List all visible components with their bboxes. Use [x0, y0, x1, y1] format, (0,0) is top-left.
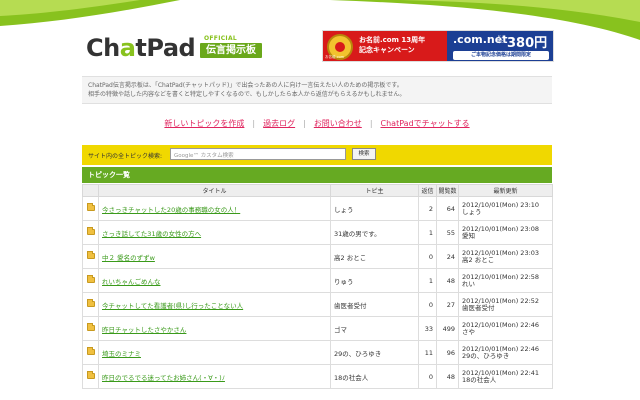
- topic-views: 55: [436, 220, 459, 245]
- folder-icon: [86, 202, 95, 211]
- topic-title-link[interactable]: れいちゃんごめんな: [100, 278, 161, 286]
- topic-updated: 2012/10/01(Mon) 22:46: [462, 320, 540, 329]
- new-topic-link[interactable]: 新しいトピックを作成: [164, 119, 244, 128]
- topic-views: 48: [436, 268, 459, 293]
- topic-views: 24: [436, 244, 459, 269]
- search-label: サイト内の全トピック検索:: [88, 153, 163, 160]
- topic-list-title: トピック一覧: [82, 167, 552, 183]
- topic-title-link[interactable]: 中２ 愛名のずずw: [100, 254, 155, 262]
- topic-replies: 11: [418, 340, 437, 365]
- table-row: れいちゃんごめんな りゅう 1 48 2012/10/01(Mon) 22:58…: [82, 268, 553, 293]
- folder-icon: [86, 346, 95, 355]
- header-replies: 返信: [418, 184, 437, 197]
- topic-updater: れい: [462, 279, 475, 288]
- folder-icon: [86, 274, 95, 283]
- topic-replies: 1: [418, 220, 437, 245]
- archive-link[interactable]: 過去ログ: [263, 119, 295, 128]
- folder-icon: [86, 250, 95, 259]
- topic-author: 18の社会人: [330, 364, 419, 389]
- nav-separator: |: [252, 119, 256, 128]
- topic-views: 499: [436, 316, 459, 341]
- topic-updater: 18の社会人: [462, 375, 497, 384]
- folder-icon: [86, 298, 95, 307]
- folder-icon: [86, 370, 95, 379]
- topic-replies: 2: [418, 196, 437, 221]
- topic-title-link[interactable]: さっき話してた31歳の女性の方へ: [100, 230, 201, 238]
- banner-campaign-line1: お名前.com 13周年: [359, 36, 426, 44]
- topic-updater: 愛知: [462, 231, 475, 240]
- topic-views: 96: [436, 340, 459, 365]
- table-row: 今チャットしてた看護者(県)し行ったことない人 歯医者受付 0 27 2012/…: [82, 292, 553, 317]
- site-intro: ChatPad伝言掲示板は、「ChatPad(チャットパッド)」で出会ったあの人…: [82, 76, 552, 104]
- topic-updater: 29の、ひろゆき: [462, 351, 510, 360]
- topic-replies: 0: [418, 292, 437, 317]
- banner-offer: .com.net ドメイン 380円 ご本物記念価格は期間限定: [447, 31, 553, 61]
- header-author: トピ主: [330, 184, 419, 197]
- table-row: 中２ 愛名のずずw 高2 おとこ 0 24 2012/10/01(Mon) 23…: [82, 244, 553, 269]
- header-icon: [82, 184, 99, 197]
- header-views: 閲覧数: [436, 184, 459, 197]
- banner-cta-button[interactable]: ご本物記念価格は期間限定: [453, 51, 549, 60]
- search-bar: サイト内の全トピック検索: Google™ カスタム検索 検索: [82, 145, 552, 165]
- topic-author: 29の、ひろゆき: [330, 340, 419, 365]
- logo-subtitle: 伝言掲示板: [200, 43, 262, 58]
- table-row: さっき話してた31歳の女性の方へ 31歳の男です。 1 55 2012/10/0…: [82, 220, 553, 245]
- topic-author: 高2 おとこ: [330, 244, 419, 269]
- chat-link[interactable]: ChatPadでチャットする: [381, 119, 470, 128]
- topic-updater: さや: [462, 327, 475, 336]
- site-header: ChatPad OFFICIAL 伝言掲示板 お名前.com 13周年 記念キャ…: [86, 30, 554, 70]
- contact-link[interactable]: お問い合わせ: [314, 119, 362, 128]
- header-title: タイトル: [98, 184, 331, 197]
- banner-small-text: お名前.com: [325, 55, 345, 59]
- ad-banner[interactable]: お名前.com 13周年 記念キャンペーン お名前.com .com.net ド…: [322, 30, 554, 62]
- folder-icon: [86, 226, 95, 235]
- topic-replies: 1: [418, 268, 437, 293]
- topic-author: りゅう: [330, 268, 419, 293]
- topic-replies: 0: [418, 364, 437, 389]
- site-logo[interactable]: ChatPad OFFICIAL 伝言掲示板: [86, 30, 266, 66]
- topic-updater: しょう: [462, 207, 482, 216]
- banner-price: 380円: [507, 36, 548, 51]
- folder-icon: [86, 322, 95, 331]
- topic-replies: 33: [418, 316, 437, 341]
- topic-title-link[interactable]: 埼玉のミナミ: [100, 350, 141, 358]
- table-header-row: タイトル トピ主 返信 閲覧数 最新更新: [82, 184, 553, 197]
- topic-title-link[interactable]: 今チャットしてた看護者(県)し行ったことない人: [100, 302, 243, 310]
- header-updated: 最新更新: [458, 184, 553, 197]
- topic-author: 歯医者受付: [330, 292, 419, 317]
- intro-line-2: 相手の特徴や話した内容などを書くと特定しやすくなるので、もしかしたら本人から返信…: [88, 91, 406, 98]
- table-row: 昨日チャットしたさやかさん ゴマ 33 499 2012/10/01(Mon) …: [82, 316, 553, 341]
- table-row: 今さっきチャットした20歳の事務職の女の人！ しょう 2 64 2012/10/…: [82, 196, 553, 221]
- topic-updated: 2012/10/01(Mon) 23:08: [462, 224, 540, 233]
- topic-views: 27: [436, 292, 459, 317]
- topic-updater: 高2 おとこ: [462, 255, 495, 264]
- logo-official-label: OFFICIAL: [204, 35, 238, 42]
- topic-views: 48: [436, 364, 459, 389]
- nav-separator: |: [369, 119, 373, 128]
- topic-author: ゴマ: [330, 316, 419, 341]
- topic-replies: 0: [418, 244, 437, 269]
- table-row: 昨日のでるでる迷ってたお姉さん(・∀・)ﾉ 18の社会人 0 48 2012/1…: [82, 364, 553, 389]
- topic-author: 31歳の男です。: [330, 220, 419, 245]
- table-row: 埼玉のミナミ 29の、ひろゆき 11 96 2012/10/01(Mon) 22…: [82, 340, 553, 365]
- banner-campaign: お名前.com 13周年 記念キャンペーン お名前.com: [323, 31, 447, 61]
- topic-updater: 歯医者受付: [462, 303, 495, 312]
- topic-table: タイトル トピ主 返信 閲覧数 最新更新 今さっきチャットした20歳の事務職の女…: [82, 184, 553, 389]
- search-button[interactable]: 検索: [352, 148, 376, 160]
- intro-line-1: ChatPad伝言掲示板は、「ChatPad(チャットパッド)」で出会ったあの人…: [88, 82, 403, 89]
- banner-campaign-line2: 記念キャンペーン: [359, 46, 415, 54]
- topic-updated: 2012/10/01(Mon) 22:58: [462, 272, 540, 281]
- topic-title-link[interactable]: 昨日チャットしたさやかさん: [100, 326, 186, 334]
- topic-title-link[interactable]: 昨日のでるでる迷ってたお姉さん(・∀・)ﾉ: [100, 374, 225, 382]
- topic-views: 64: [436, 196, 459, 221]
- topic-title-link[interactable]: 今さっきチャットした20歳の事務職の女の人！: [100, 206, 240, 214]
- search-input[interactable]: Google™ カスタム検索: [170, 148, 346, 160]
- nav-separator: |: [303, 119, 306, 128]
- main-nav: 新しいトピックを作成 | 過去ログ | お問い合わせ | ChatPadでチャットする: [82, 118, 552, 129]
- banner-domain-label: ドメイン: [497, 34, 505, 44]
- logo-wordmark: ChatPad: [86, 34, 196, 62]
- topic-author: しょう: [330, 196, 419, 221]
